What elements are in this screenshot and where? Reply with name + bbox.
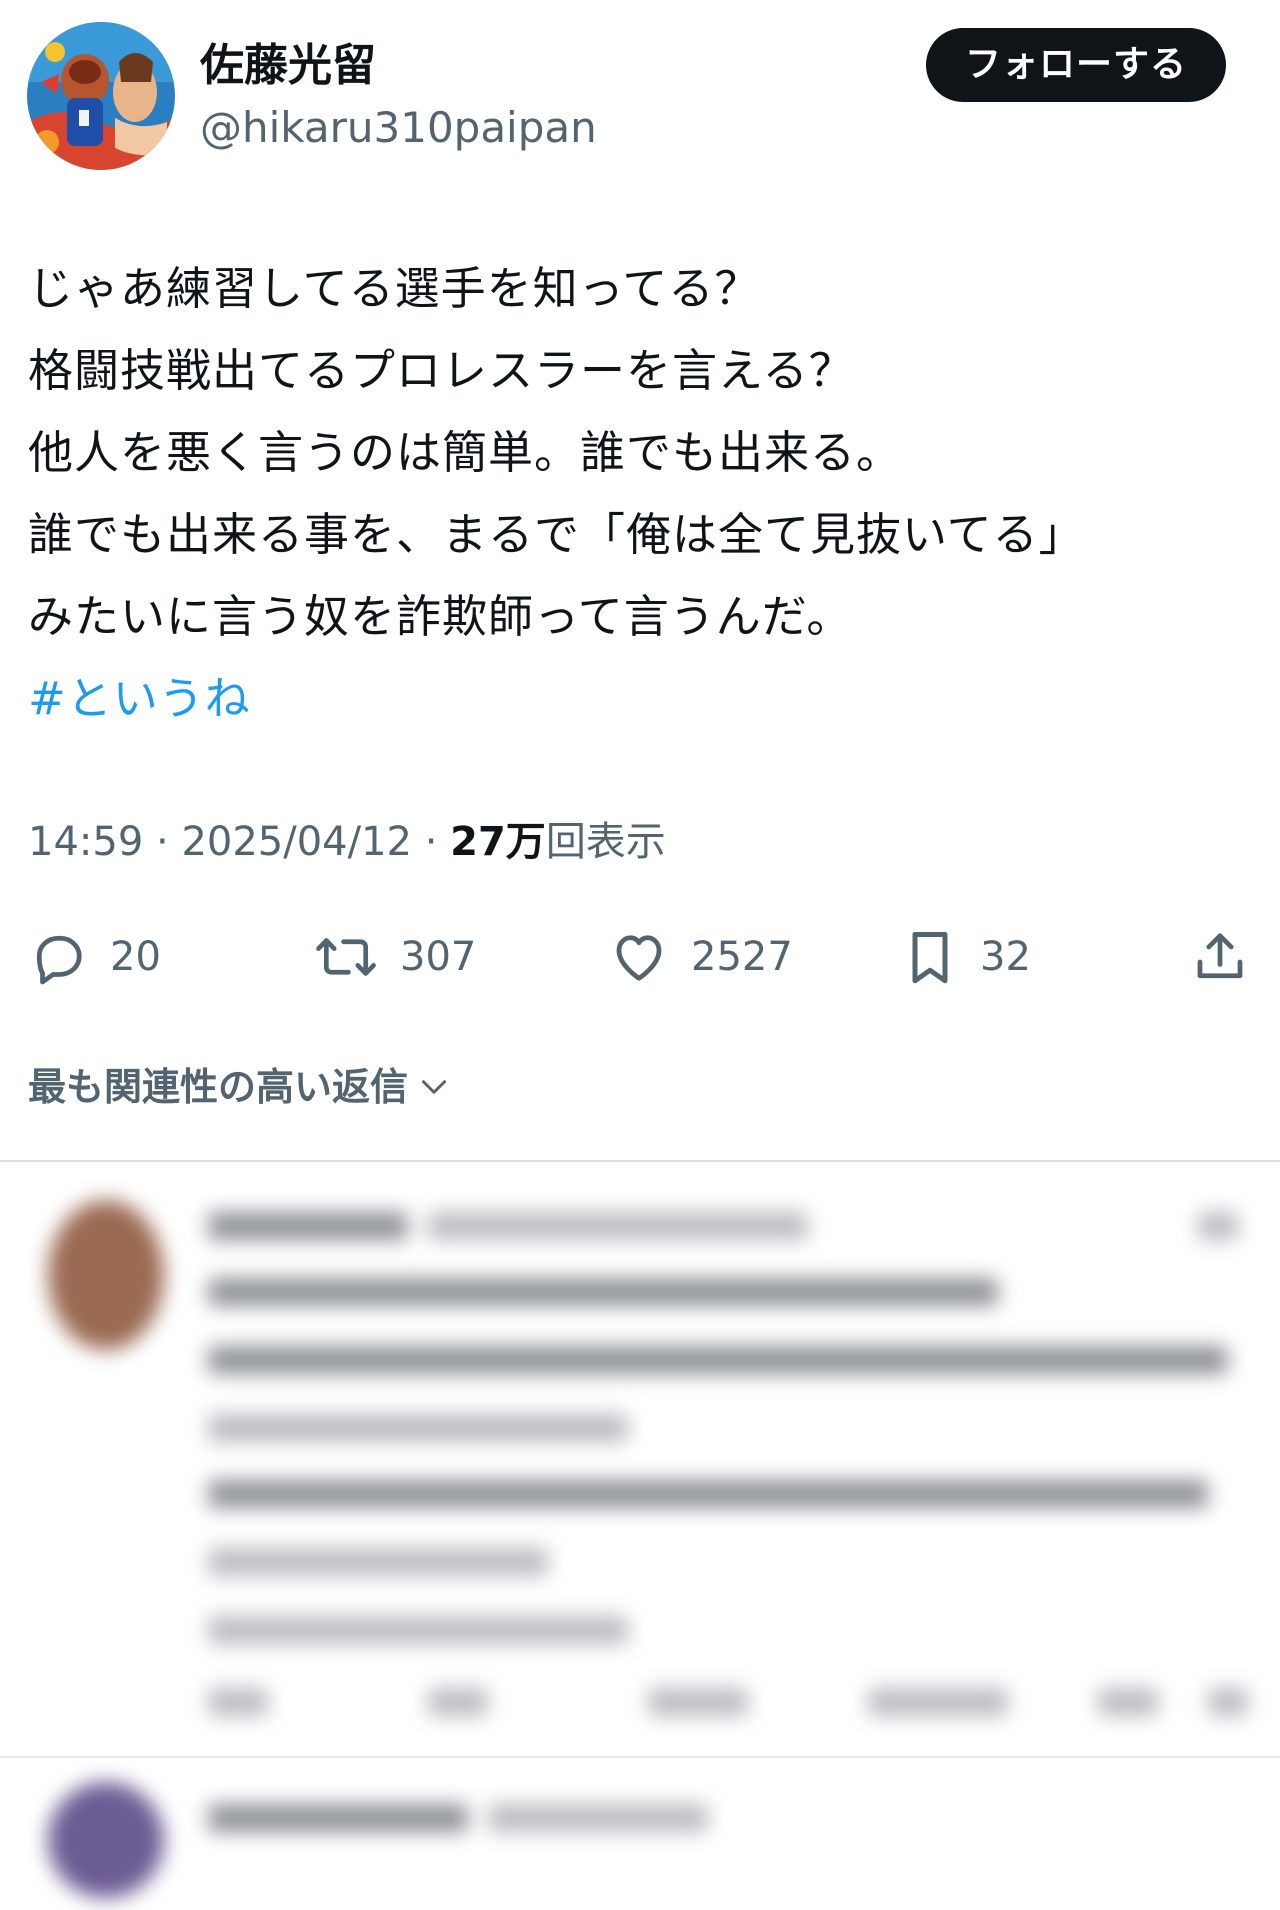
author-handle[interactable]: @hikaru310paipan bbox=[200, 100, 597, 156]
reply-text-placeholder bbox=[208, 1278, 998, 1306]
author-display-name[interactable]: 佐藤光留 bbox=[200, 36, 376, 96]
tweet-text-line: みたいに言う奴を詐欺師って言うんだ。 bbox=[28, 590, 853, 643]
reply-action-placeholder bbox=[1208, 1688, 1248, 1716]
reply-text-placeholder bbox=[208, 1414, 628, 1442]
reply-avatar bbox=[48, 1200, 164, 1350]
heart-icon bbox=[616, 935, 662, 981]
tweet-time[interactable]: 14:59 bbox=[28, 819, 143, 865]
tweet-text-line: 格闘技戦出てるプロレスラーを言える？ bbox=[28, 344, 855, 397]
reply-action-placeholder bbox=[648, 1688, 748, 1716]
like-button[interactable]: 2527 bbox=[609, 912, 793, 1002]
reply-divider bbox=[0, 1756, 1280, 1758]
share-icon bbox=[1197, 933, 1243, 979]
reply-button[interactable]: 20 bbox=[28, 912, 161, 1002]
retweet-icon bbox=[316, 938, 376, 976]
tweet-text: じゃあ練習してる選手を知ってる？ 格闘技戦出てるプロレスラーを言える？ 他人を悪… bbox=[28, 248, 1258, 740]
reply-action-placeholder bbox=[868, 1688, 1008, 1716]
bookmark-icon bbox=[912, 932, 948, 984]
bookmark-button[interactable]: 32 bbox=[902, 912, 1031, 1002]
bookmark-count: 32 bbox=[980, 934, 1031, 980]
meta-separator: · bbox=[143, 819, 182, 865]
reply-text-placeholder bbox=[208, 1480, 1208, 1508]
reply-author-placeholder bbox=[208, 1212, 408, 1240]
author-avatar[interactable] bbox=[27, 22, 175, 170]
tweet-text-line: 他人を悪く言うのは簡単。誰でも出来る。 bbox=[28, 426, 903, 479]
tweet-actions: 20 307 2527 32 bbox=[0, 912, 1280, 1002]
tweet-date[interactable]: 2025/04/12 bbox=[181, 819, 412, 865]
section-divider bbox=[0, 1160, 1280, 1162]
like-count: 2527 bbox=[691, 934, 793, 980]
reply-item[interactable] bbox=[28, 1760, 1258, 1910]
reply-item[interactable] bbox=[28, 1178, 1258, 1738]
reply-avatar bbox=[48, 1782, 164, 1898]
reply-more-placeholder bbox=[1198, 1212, 1238, 1240]
reply-handle-placeholder bbox=[428, 1212, 808, 1240]
tweet-text-line: じゃあ練習してる選手を知ってる？ bbox=[28, 262, 761, 315]
reply-action-placeholder bbox=[1098, 1688, 1158, 1716]
tweet-text-line: 誰でも出来る事を、まるで「俺は全て見抜いてる」 bbox=[28, 508, 1085, 561]
reply-author-placeholder bbox=[208, 1804, 468, 1832]
views-label: 回表示 bbox=[545, 819, 666, 865]
reply-handle-placeholder bbox=[488, 1804, 708, 1832]
share-button[interactable] bbox=[1190, 912, 1250, 1002]
avatar-illustration bbox=[27, 22, 175, 170]
meta-separator: · bbox=[411, 819, 451, 865]
retweet-button[interactable]: 307 bbox=[314, 912, 476, 1002]
reply-icon bbox=[36, 935, 82, 985]
reply-action-placeholder bbox=[428, 1688, 488, 1716]
reply-action-placeholder bbox=[208, 1688, 268, 1716]
views-count: 27万 bbox=[450, 819, 546, 865]
replies-sort-label: 最も関連性の高い返信 bbox=[28, 1065, 409, 1109]
hashtag-link[interactable]: #というね bbox=[28, 658, 1258, 740]
replies-sort-dropdown[interactable]: 最も関連性の高い返信 bbox=[28, 1055, 452, 1119]
reply-count: 20 bbox=[110, 934, 161, 980]
retweet-count: 307 bbox=[400, 934, 477, 980]
chevron-down-icon bbox=[422, 1080, 447, 1094]
tweet-header: 佐藤光留 @hikaru310paipan フォローする bbox=[0, 0, 1280, 190]
follow-button[interactable]: フォローする bbox=[926, 28, 1226, 102]
reply-text-placeholder bbox=[208, 1616, 628, 1644]
tweet-meta: 14:59 · 2025/04/12 · 27万回表示 bbox=[28, 812, 666, 872]
reply-text-placeholder bbox=[208, 1548, 548, 1576]
reply-text-placeholder bbox=[208, 1346, 1228, 1374]
